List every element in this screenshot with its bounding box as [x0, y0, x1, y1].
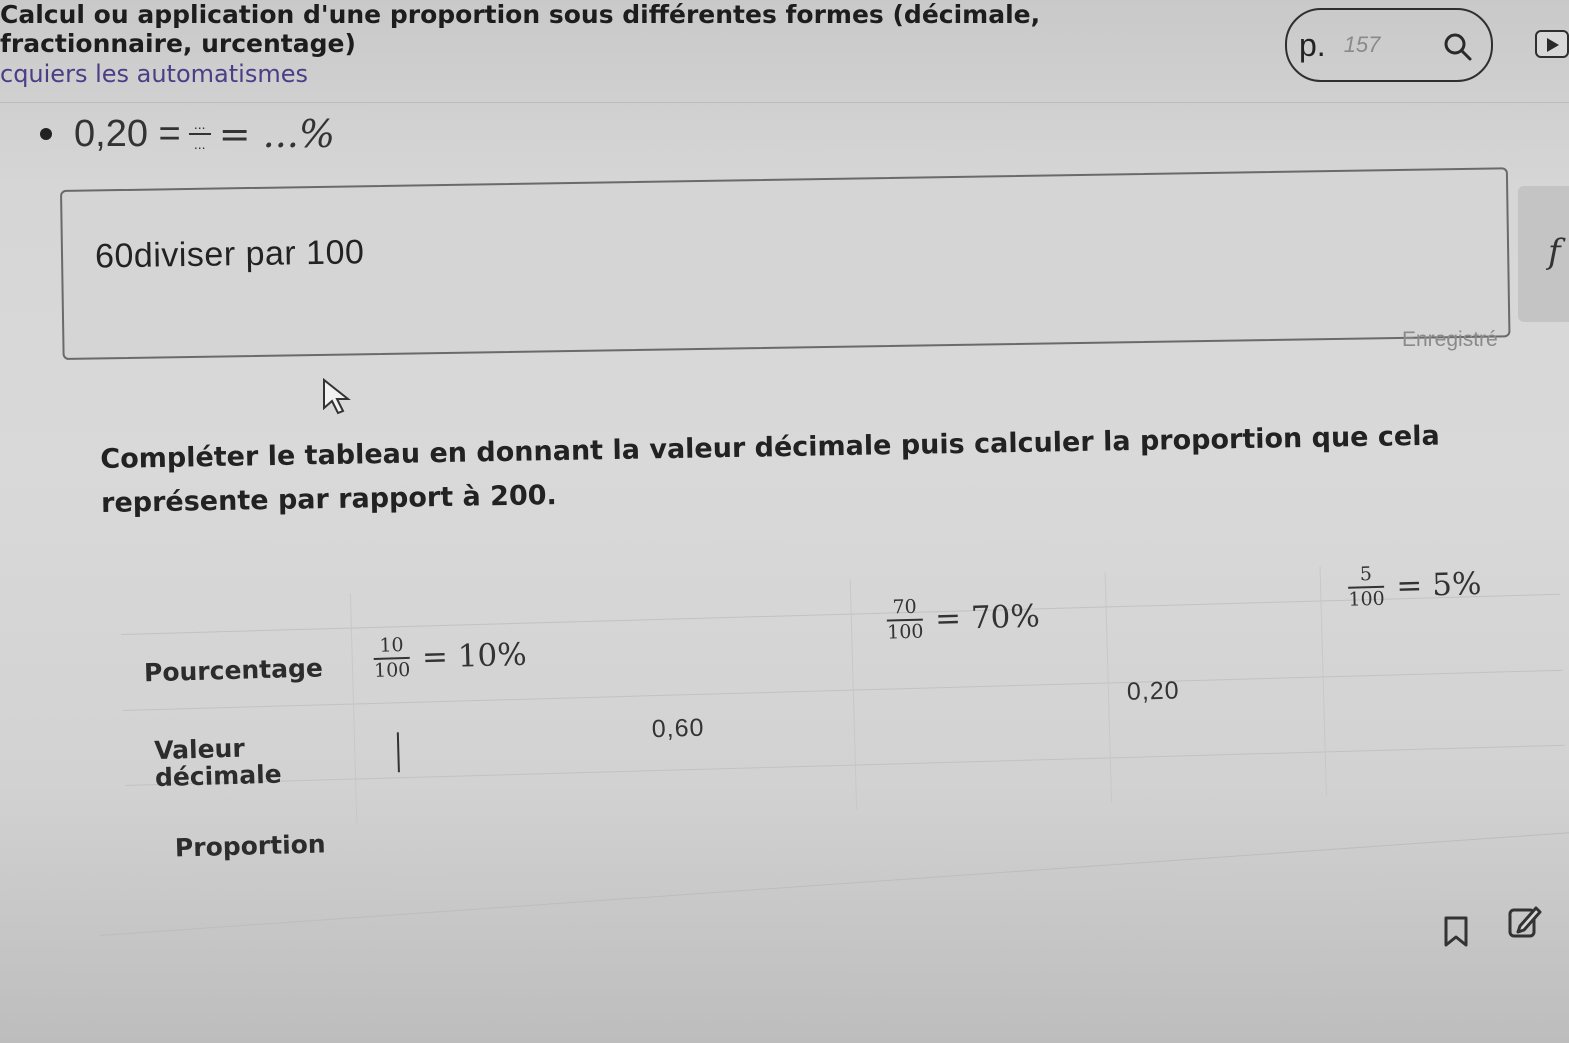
formula-button[interactable]: f: [1518, 186, 1569, 322]
fraction-numerator: 10: [379, 634, 404, 657]
play-icon: [1547, 38, 1559, 52]
percent-value: = 70%: [934, 598, 1041, 638]
bullet-icon: [40, 128, 52, 140]
search-icon[interactable]: [1443, 32, 1473, 62]
page-number-input[interactable]: 157: [1344, 32, 1381, 58]
answer-text: 60diviser par 100: [94, 233, 365, 276]
row-header-proportion: Proportion: [174, 829, 327, 863]
automatism-exercise: 0,20 = ... ... = ...%: [40, 112, 335, 156]
proportion-table: Pourcentage Valeur décimale Proportion 1…: [120, 560, 1568, 900]
blank-fraction: ... ...: [188, 116, 211, 152]
fraction-denominator: 100: [373, 658, 411, 682]
page-prefix-label: p.: [1299, 26, 1326, 63]
table-cell-decimal-1[interactable]: 0,60: [651, 714, 704, 744]
expression-left: 0,20 =: [74, 112, 181, 155]
save-status: Enregistré: [1402, 328, 1498, 351]
section-subtitle: cquiers les automatismes: [0, 60, 308, 88]
row-header-pourcentage: Pourcentage: [143, 653, 324, 688]
fraction-numerator: 5: [1359, 563, 1373, 586]
table-cell-percent-2[interactable]: 70 100 = 70%: [886, 594, 1041, 644]
formula-icon: f: [1548, 232, 1561, 272]
fraction-denominator: 100: [1348, 587, 1386, 611]
fraction-denominator: 100: [886, 620, 924, 644]
blank-denominator: ...: [193, 136, 206, 152]
row-header-valeur-decimale: Valeur décimale: [153, 733, 283, 793]
table-cell-decimal-2[interactable]: 0,20: [1127, 676, 1180, 706]
bookmark-icon[interactable]: [1442, 915, 1472, 949]
table-cell-percent-1[interactable]: 10 100 = 10%: [373, 633, 528, 682]
exercise-instruction: Compléter le tableau en donnant la valeu…: [100, 420, 1440, 519]
page-search-field[interactable]: p. 157: [1285, 8, 1493, 82]
mouse-cursor-icon: [323, 377, 351, 415]
edit-icon[interactable]: [1506, 904, 1542, 940]
blank-numerator: ...: [193, 116, 206, 132]
play-button[interactable]: [1535, 30, 1569, 58]
answer-textarea[interactable]: 60diviser par 100: [60, 167, 1511, 360]
expression-right: = ...%: [218, 112, 335, 156]
percent-value: = 10%: [421, 636, 528, 676]
fraction-numerator: 70: [892, 595, 918, 619]
percent-value: = 5%: [1395, 565, 1482, 605]
header-divider: [0, 102, 1569, 103]
page-title: Calcul ou application d'une proportion s…: [0, 0, 1041, 58]
table-cell-percent-3[interactable]: 5 100 = 5%: [1348, 562, 1482, 611]
